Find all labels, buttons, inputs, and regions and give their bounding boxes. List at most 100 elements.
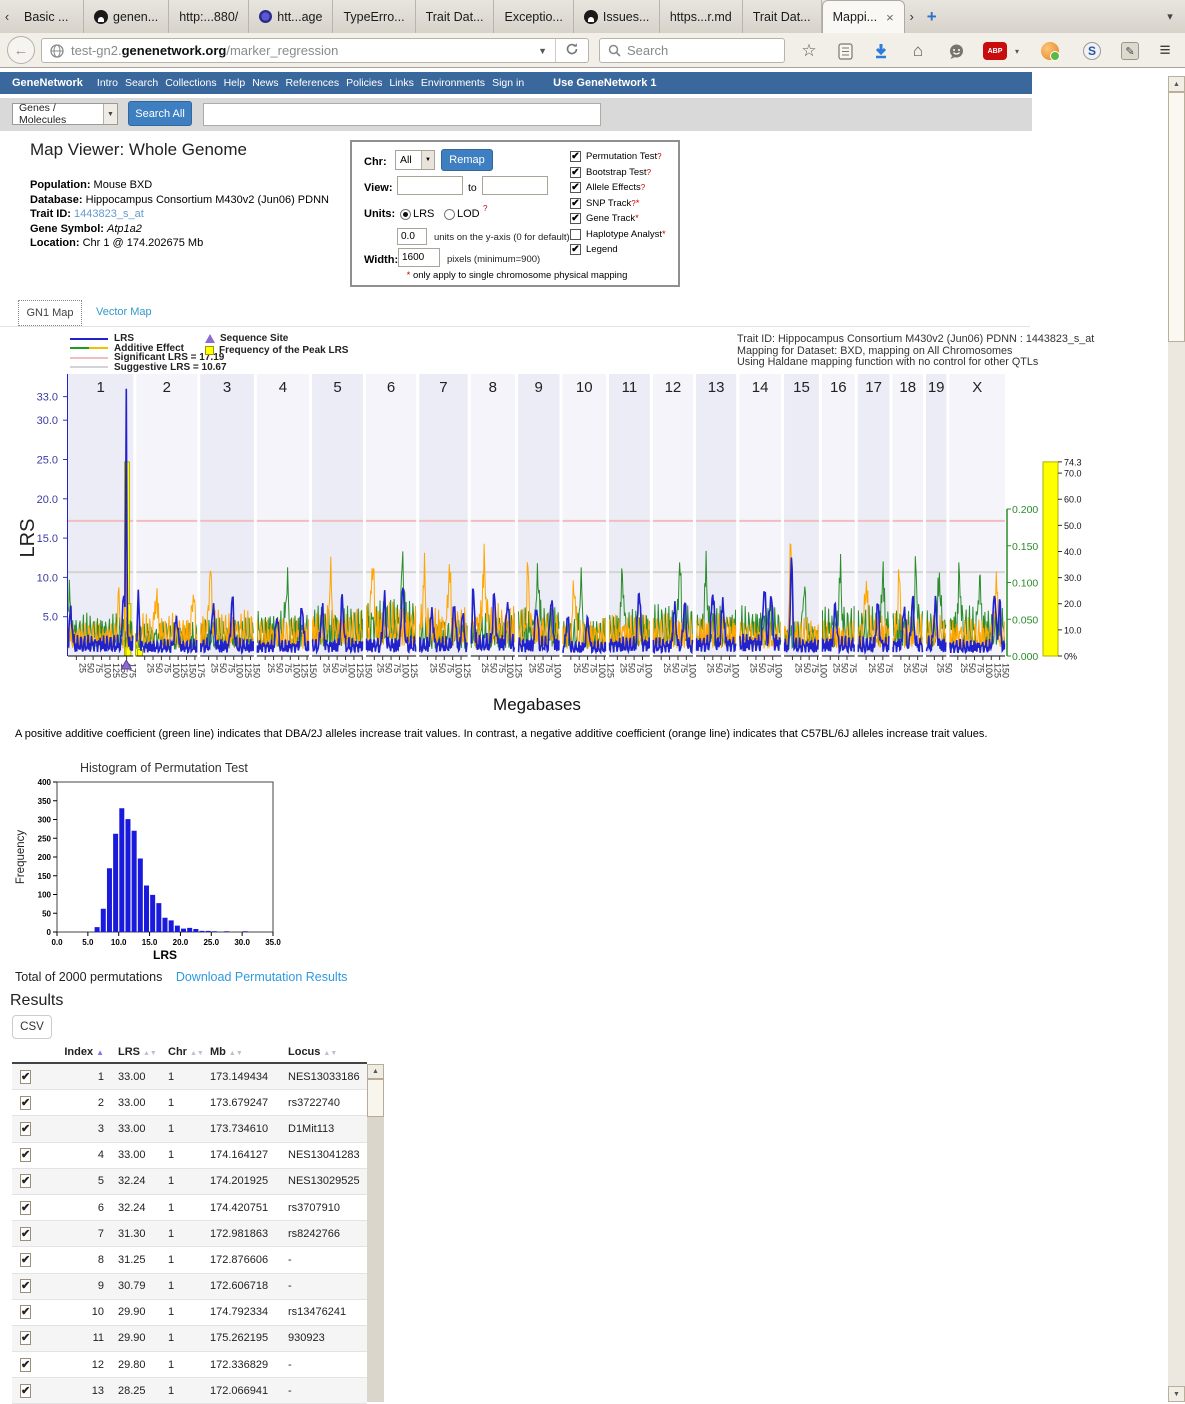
table-row[interactable]: ✔133.001173.149434NES13033186 <box>12 1064 367 1090</box>
row-checkbox-checked[interactable]: ✔ <box>20 1253 31 1267</box>
chromosome-select[interactable]: All ▼ <box>395 150 435 170</box>
row-checkbox-checked[interactable]: ✔ <box>20 1227 31 1241</box>
tab-close-icon[interactable]: × <box>886 10 894 25</box>
units-lrs-radio[interactable] <box>400 209 411 220</box>
help-icon[interactable]: ? <box>641 183 645 192</box>
column-header-lrs[interactable]: LRS▲▼ <box>104 1046 152 1058</box>
tab-list-dropdown-button[interactable]: ▾ <box>1159 0 1181 33</box>
table-row[interactable]: ✔831.251172.876606- <box>12 1247 367 1273</box>
tab-scroll-right-button[interactable]: › <box>905 0 919 33</box>
help-icon[interactable]: ? <box>647 168 651 177</box>
table-row[interactable]: ✔632.241174.420751rs3707910 <box>12 1195 367 1221</box>
sort-icon[interactable]: ▲ <box>96 1048 104 1057</box>
browser-tab-11[interactable]: Mappi...× <box>822 0 905 33</box>
view-from-input[interactable] <box>397 176 463 195</box>
browser-tab-7[interactable]: Exceptio... <box>494 0 573 33</box>
table-row[interactable]: ✔1229.801172.336829- <box>12 1352 367 1378</box>
chromosome-panel-3[interactable] <box>200 374 254 656</box>
table-row[interactable]: ✔1029.901174.792334rs13476241 <box>12 1300 367 1326</box>
row-checkbox-checked[interactable]: ✔ <box>20 1174 31 1188</box>
table-scrollbar[interactable]: ▲ <box>367 1064 384 1402</box>
table-row[interactable]: ✔433.001174.164127NES13041283 <box>12 1143 367 1169</box>
bookmark-star-icon[interactable]: ☆ <box>797 39 821 63</box>
browser-tab-1[interactable]: Basic ... <box>14 0 84 33</box>
browser-tab-5[interactable]: TypeErro... <box>333 0 415 33</box>
row-checkbox-checked[interactable]: ✔ <box>20 1305 31 1319</box>
table-scroll-thumb[interactable] <box>367 1079 384 1117</box>
row-checkbox-checked[interactable]: ✔ <box>20 1070 31 1084</box>
tab-scroll-left-button[interactable]: ‹ <box>0 0 14 33</box>
tab-vector-map[interactable]: Vector Map <box>96 306 152 318</box>
checkbox-checked[interactable]: ✔ <box>570 182 581 193</box>
column-header-mb[interactable]: Mb▲▼ <box>198 1046 274 1058</box>
menu-icon[interactable]: ≡ <box>1153 39 1177 63</box>
row-checkbox-checked[interactable]: ✔ <box>20 1331 31 1345</box>
row-checkbox-checked[interactable]: ✔ <box>20 1096 31 1110</box>
checkbox-checked[interactable]: ✔ <box>570 198 581 209</box>
row-checkbox-checked[interactable]: ✔ <box>20 1358 31 1372</box>
column-header-index[interactable]: Index▲ <box>52 1046 104 1058</box>
chromosome-panel-10[interactable] <box>562 374 606 656</box>
addon-notes-icon[interactable]: ✎ <box>1118 39 1142 63</box>
checkbox-checked[interactable]: ✔ <box>570 213 581 224</box>
scroll-down-icon[interactable]: ▼ <box>1168 1386 1185 1402</box>
table-scroll-up-icon[interactable]: ▲ <box>367 1064 384 1079</box>
browser-tab-9[interactable]: https...r.md <box>660 0 743 33</box>
addon-s-icon[interactable]: S <box>1080 39 1104 63</box>
sort-icon[interactable]: ▲▼ <box>323 1050 337 1057</box>
table-row[interactable]: ✔532.241174.201925NES13029525 <box>12 1169 367 1195</box>
new-tab-button[interactable]: + <box>919 0 945 33</box>
checkbox-checked[interactable]: ✔ <box>570 244 581 255</box>
remap-button[interactable]: Remap <box>441 149 493 171</box>
column-header-chr[interactable]: Chr▲▼ <box>152 1046 198 1058</box>
home-icon[interactable]: ⌂ <box>906 39 930 63</box>
row-checkbox-checked[interactable]: ✔ <box>20 1384 31 1398</box>
browser-tab-4[interactable]: htt...age <box>249 0 333 33</box>
search-field[interactable]: Search <box>599 38 785 63</box>
trait-id-link[interactable]: 1443823_s_at <box>74 208 144 220</box>
chromosome-panel-7[interactable] <box>419 374 468 656</box>
tab-gn1-map[interactable]: GN1 Map <box>18 300 82 326</box>
row-checkbox-checked[interactable]: ✔ <box>20 1122 31 1136</box>
scroll-up-icon[interactable]: ▲ <box>1168 76 1185 92</box>
units-lod-radio[interactable] <box>444 209 455 220</box>
browser-tab-6[interactable]: Trait Dat... <box>416 0 495 33</box>
browser-tab-3[interactable]: http:...880/ <box>169 0 249 33</box>
row-checkbox-checked[interactable]: ✔ <box>20 1148 31 1162</box>
url-field[interactable]: test-gn2.genenetwork.org/marker_regressi… <box>41 38 589 63</box>
row-checkbox-checked[interactable]: ✔ <box>20 1201 31 1215</box>
checkbox-unchecked[interactable] <box>570 229 581 240</box>
csv-button[interactable]: CSV <box>12 1015 52 1039</box>
bookmarks-menu-icon[interactable] <box>833 39 857 63</box>
chromosome-panel-1[interactable] <box>68 374 133 656</box>
reload-button[interactable] <box>556 42 588 59</box>
table-row[interactable]: ✔1328.251172.066941- <box>12 1378 367 1404</box>
back-button[interactable]: ← <box>7 36 35 64</box>
table-row[interactable]: ✔333.001173.734610D1Mit113 <box>12 1116 367 1142</box>
map-width-input[interactable]: 1600 <box>398 248 440 267</box>
downloads-icon[interactable] <box>869 39 893 63</box>
view-to-input[interactable] <box>482 176 548 195</box>
scroll-thumb[interactable] <box>1168 92 1185 342</box>
adblock-plus-icon[interactable]: ABP <box>983 39 1007 63</box>
row-checkbox-checked[interactable]: ✔ <box>20 1279 31 1293</box>
sort-icon[interactable]: ▲▼ <box>229 1050 243 1057</box>
chat-icon[interactable] <box>944 39 968 63</box>
browser-tab-10[interactable]: Trait Dat... <box>743 0 822 33</box>
checkbox-checked[interactable]: ✔ <box>570 151 581 162</box>
browser-tab-8[interactable]: Issues... <box>574 0 660 33</box>
column-header-locus[interactable]: Locus▲▼ <box>274 1046 366 1058</box>
page-scrollbar[interactable]: ▲ ▼ <box>1168 76 1185 1402</box>
addon-orange-icon[interactable] <box>1038 39 1062 63</box>
help-icon[interactable]: ? <box>657 152 661 161</box>
checkbox-checked[interactable]: ✔ <box>570 167 581 178</box>
adblock-caret-icon[interactable]: ▾ <box>1011 39 1023 63</box>
select-caret-icon[interactable]: ▼ <box>421 151 434 169</box>
table-row[interactable]: ✔1129.901175.262195930923 <box>12 1326 367 1352</box>
chromosome-panel-2[interactable] <box>136 374 197 656</box>
table-row[interactable]: ✔731.301172.981863rs8242766 <box>12 1221 367 1247</box>
download-permutation-link[interactable]: Download Permutation Results <box>176 970 348 984</box>
browser-tab-2[interactable]: genen... <box>84 0 169 33</box>
y-axis-units-input[interactable]: 0.0 <box>397 228 427 245</box>
table-row[interactable]: ✔930.791172.606718- <box>12 1274 367 1300</box>
